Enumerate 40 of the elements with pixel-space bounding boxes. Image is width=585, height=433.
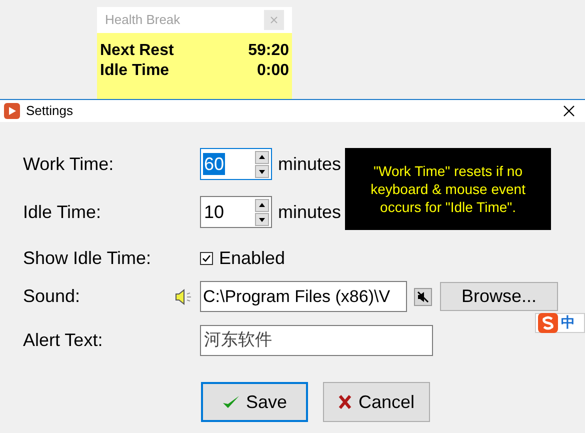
timer-value: 0:00 <box>256 61 289 81</box>
spin-up-icon[interactable] <box>255 198 269 212</box>
sound-path-value: C:\Program Files (x86)\V <box>203 286 390 308</box>
spin-up-icon[interactable] <box>255 150 269 164</box>
cross-icon <box>338 394 352 410</box>
window-title: Settings <box>26 102 73 120</box>
muted-speaker-icon[interactable] <box>414 288 432 306</box>
spin-down-icon[interactable] <box>255 164 269 178</box>
checkbox[interactable] <box>200 252 213 264</box>
cancel-button[interactable]: Cancel <box>323 382 430 422</box>
popup-title: Health Break <box>105 11 180 30</box>
field-label: Sound: <box>23 285 82 308</box>
timer-label: Idle Time <box>100 61 170 81</box>
unit-label: minutes <box>278 152 342 176</box>
ime-mode: 中 <box>561 314 575 332</box>
timer-value: 59:20 <box>248 41 289 61</box>
alert-text-field[interactable]: 河东软件 <box>200 325 433 356</box>
hint-box: "Work Time" resets if no keyboard & mouse event occurs for "Idle Time". <box>345 148 552 230</box>
number-value: 10 <box>203 201 226 223</box>
save-button[interactable]: Save <box>201 382 308 422</box>
number-field[interactable]: 10 <box>200 196 272 228</box>
alert-text-value: 河东软件 <box>204 328 272 352</box>
ime-logo-icon <box>538 313 558 333</box>
number-value: 60 <box>203 153 226 175</box>
close-icon[interactable] <box>563 105 575 117</box>
ime-indicator[interactable]: 中 <box>535 313 585 333</box>
number-field[interactable]: 60 <box>200 148 272 180</box>
unit-label: minutes <box>278 200 342 224</box>
checkmark-icon <box>222 394 240 410</box>
checkbox-label: Enabled <box>219 246 286 270</box>
app-icon <box>4 103 20 119</box>
field-label: Show Idle Time: <box>23 246 152 270</box>
browse-button[interactable]: Browse... <box>440 282 558 311</box>
spin-down-icon[interactable] <box>255 212 269 226</box>
sound-path-field[interactable]: C:\Program Files (x86)\V <box>200 281 407 312</box>
timer-label: Next Rest <box>100 41 174 61</box>
field-label: Idle Time: <box>23 200 102 224</box>
field-label: Work Time: <box>23 152 115 176</box>
field-label: Alert Text: <box>23 329 104 352</box>
speaker-icon[interactable] <box>174 288 192 304</box>
